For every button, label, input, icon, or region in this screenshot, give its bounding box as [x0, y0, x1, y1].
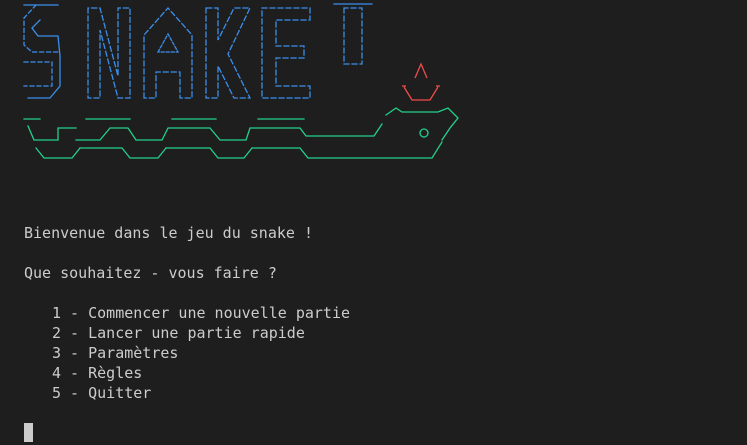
- input-cursor[interactable]: [24, 423, 33, 442]
- menu-option-new-game: 1 - Commencer une nouvelle partie: [52, 304, 351, 322]
- letter-a-logo: [143, 7, 193, 99]
- letter-n-logo: [87, 7, 131, 99]
- snake-head-red: [402, 62, 440, 101]
- menu-option-quick-game: 2 - Lancer une partie rapide: [52, 324, 305, 342]
- main-menu-options: 1 - Commencer une nouvelle partie 2 - La…: [52, 303, 350, 403]
- welcome-message: Bienvenue dans le jeu du snake !: [24, 224, 313, 242]
- menu-question: Que souhaitez - vous faire ?: [24, 264, 277, 282]
- letter-exclamation-logo: [333, 3, 373, 65]
- letter-k-logo: [205, 7, 252, 99]
- menu-option-settings: 3 - Paramètres: [52, 344, 179, 362]
- letter-s-logo: [23, 4, 61, 99]
- menu-option-quit: 5 - Quitter: [52, 384, 152, 402]
- terminal-window[interactable]: Bienvenue dans le jeu du snake ! Que sou…: [0, 0, 747, 445]
- menu-option-rules: 4 - Règles: [52, 364, 143, 382]
- snake-ascii-banner: [23, 3, 459, 159]
- letter-e-logo: [261, 7, 311, 99]
- snake-body-green: [23, 107, 459, 159]
